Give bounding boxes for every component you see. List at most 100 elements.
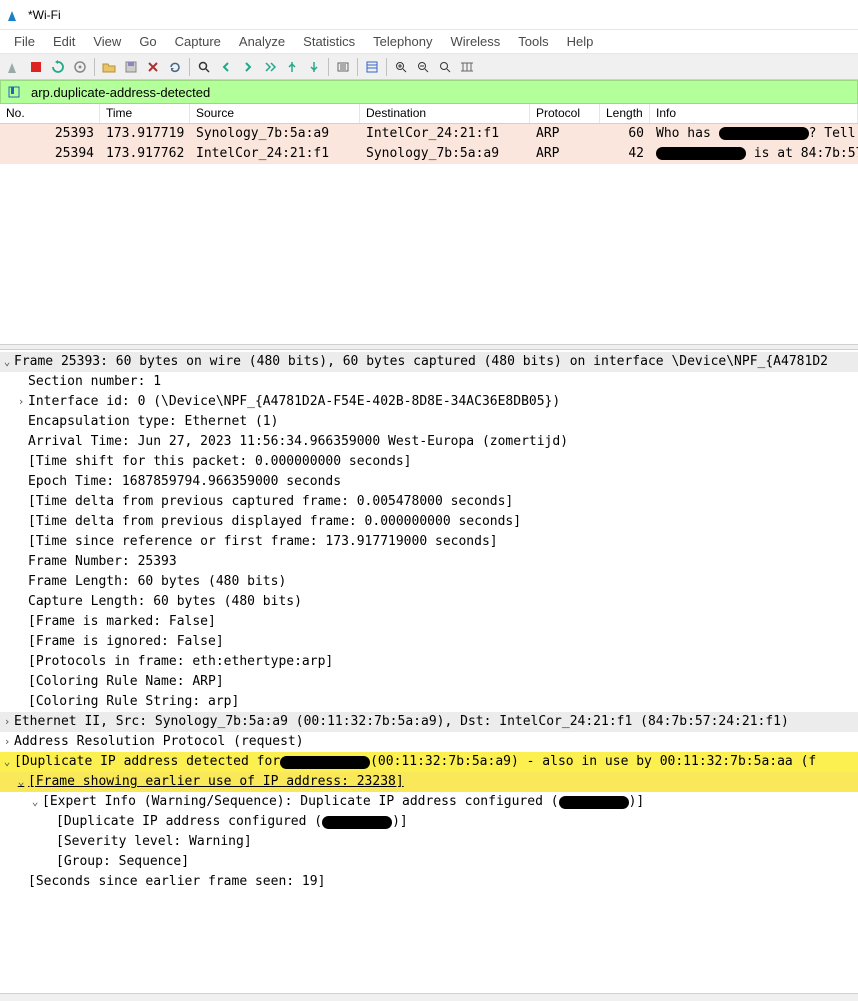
expand-icon[interactable]: › (14, 392, 28, 412)
col-protocol[interactable]: Protocol (530, 104, 600, 123)
close-icon[interactable] (143, 57, 163, 77)
next-icon[interactable] (238, 57, 258, 77)
packet-row[interactable]: 25394 173.917762 IntelCor_24:21:f1 Synol… (0, 144, 858, 164)
options-icon[interactable] (70, 57, 90, 77)
detail-line[interactable]: [Severity level: Warning] (0, 832, 858, 852)
cell-protocol: ARP (530, 144, 600, 164)
packet-details[interactable]: ⌄Frame 25393: 60 bytes on wire (480 bits… (0, 350, 858, 993)
col-destination[interactable]: Destination (360, 104, 530, 123)
bottom-splitter[interactable] (0, 993, 858, 1001)
cell-protocol: ARP (530, 124, 600, 144)
menu-help[interactable]: Help (559, 32, 602, 51)
detail-line[interactable]: Frame Number: 25393 (0, 552, 858, 572)
find-icon[interactable] (194, 57, 214, 77)
open-icon[interactable] (99, 57, 119, 77)
detail-line[interactable]: Frame Length: 60 bytes (480 bits) (0, 572, 858, 592)
detail-line[interactable]: [Seconds since earlier frame seen: 19] (0, 872, 858, 892)
cell-info: Who has ? Tell (650, 124, 858, 144)
frame-link[interactable]: ⌄[Frame showing earlier use of IP addres… (0, 772, 858, 792)
cell-time: 173.917762 (100, 144, 190, 164)
col-time[interactable]: Time (100, 104, 190, 123)
menu-go[interactable]: Go (131, 32, 164, 51)
detail-line[interactable]: [Coloring Rule String: arp] (0, 692, 858, 712)
collapse-icon[interactable]: ⌄ (0, 352, 14, 372)
save-icon[interactable] (121, 57, 141, 77)
stop-record-icon[interactable] (26, 57, 46, 77)
first-icon[interactable] (282, 57, 302, 77)
detail-line[interactable]: [Group: Sequence] (0, 852, 858, 872)
toolbar-separator (189, 58, 190, 76)
shark-fin-icon[interactable] (4, 57, 24, 77)
cell-length: 60 (600, 124, 650, 144)
col-info[interactable]: Info (650, 104, 858, 123)
zoom-in-icon[interactable] (391, 57, 411, 77)
collapse-icon[interactable]: ⌄ (28, 792, 42, 812)
redacted-ip (322, 816, 392, 829)
collapse-icon[interactable]: ⌄ (0, 752, 14, 772)
detail-line[interactable]: [Time delta from previous captured frame… (0, 492, 858, 512)
col-no[interactable]: No. (0, 104, 100, 123)
detail-line[interactable]: [Frame is marked: False] (0, 612, 858, 632)
duplicate-ip-header[interactable]: ⌄[Duplicate IP address detected for (00:… (0, 752, 858, 772)
detail-line[interactable]: [Coloring Rule Name: ARP] (0, 672, 858, 692)
detail-line[interactable]: Section number: 1 (0, 372, 858, 392)
expert-info[interactable]: ⌄[Expert Info (Warning/Sequence): Duplic… (0, 792, 858, 812)
toolbar-separator (94, 58, 95, 76)
menu-tools[interactable]: Tools (510, 32, 556, 51)
menu-telephony[interactable]: Telephony (365, 32, 440, 51)
detail-line[interactable]: Epoch Time: 1687859794.966359000 seconds (0, 472, 858, 492)
restart-icon[interactable] (48, 57, 68, 77)
packet-row[interactable]: 25393 173.917719 Synology_7b:5a:a9 Intel… (0, 124, 858, 144)
cell-length: 42 (600, 144, 650, 164)
detail-line[interactable]: [Duplicate IP address configured ()] (0, 812, 858, 832)
detail-line[interactable]: [Time since reference or first frame: 17… (0, 532, 858, 552)
colorize-icon[interactable] (362, 57, 382, 77)
cell-no: 25394 (0, 144, 100, 164)
app-icon (6, 7, 22, 23)
detail-line[interactable]: Encapsulation type: Ethernet (1) (0, 412, 858, 432)
menu-file[interactable]: File (6, 32, 43, 51)
redacted-ip (719, 127, 809, 140)
detail-line[interactable]: [Time shift for this packet: 0.000000000… (0, 452, 858, 472)
collapse-icon[interactable]: ⌄ (14, 772, 28, 792)
menu-statistics[interactable]: Statistics (295, 32, 363, 51)
auto-scroll-icon[interactable] (333, 57, 353, 77)
window-title: *Wi-Fi (28, 8, 61, 22)
zoom-out-icon[interactable] (413, 57, 433, 77)
packet-list-header: No. Time Source Destination Protocol Len… (0, 104, 858, 124)
col-length[interactable]: Length (600, 104, 650, 123)
jump-icon[interactable] (260, 57, 280, 77)
detail-line[interactable]: [Protocols in frame: eth:ethertype:arp] (0, 652, 858, 672)
menu-capture[interactable]: Capture (167, 32, 229, 51)
detail-line[interactable]: [Time delta from previous displayed fram… (0, 512, 858, 532)
toolbar-separator (357, 58, 358, 76)
resize-cols-icon[interactable] (457, 57, 477, 77)
detail-line[interactable]: ›Interface id: 0 (\Device\NPF_{A4781D2A-… (0, 392, 858, 412)
detail-line[interactable]: Arrival Time: Jun 27, 2023 11:56:34.9663… (0, 432, 858, 452)
menu-view[interactable]: View (85, 32, 129, 51)
menu-wireless[interactable]: Wireless (442, 32, 508, 51)
packet-list[interactable]: 25393 173.917719 Synology_7b:5a:a9 Intel… (0, 124, 858, 344)
ethernet-header[interactable]: ›Ethernet II, Src: Synology_7b:5a:a9 (00… (0, 712, 858, 732)
reload-icon[interactable] (165, 57, 185, 77)
redacted-ip (280, 756, 370, 769)
cell-no: 25393 (0, 124, 100, 144)
expand-icon[interactable]: › (0, 712, 14, 732)
bookmark-filter-icon[interactable] (5, 83, 23, 101)
cell-destination: Synology_7b:5a:a9 (360, 144, 530, 164)
menu-edit[interactable]: Edit (45, 32, 83, 51)
zoom-reset-icon[interactable] (435, 57, 455, 77)
col-source[interactable]: Source (190, 104, 360, 123)
display-filter-input[interactable] (27, 83, 857, 102)
toolbar (0, 54, 858, 80)
expand-icon[interactable]: › (0, 732, 14, 752)
detail-line[interactable]: [Frame is ignored: False] (0, 632, 858, 652)
title-bar: *Wi-Fi (0, 0, 858, 30)
menu-analyze[interactable]: Analyze (231, 32, 293, 51)
frame-header[interactable]: ⌄Frame 25393: 60 bytes on wire (480 bits… (0, 352, 858, 372)
arp-header[interactable]: ›Address Resolution Protocol (request) (0, 732, 858, 752)
last-icon[interactable] (304, 57, 324, 77)
detail-line[interactable]: Capture Length: 60 bytes (480 bits) (0, 592, 858, 612)
prev-icon[interactable] (216, 57, 236, 77)
cell-source: IntelCor_24:21:f1 (190, 144, 360, 164)
